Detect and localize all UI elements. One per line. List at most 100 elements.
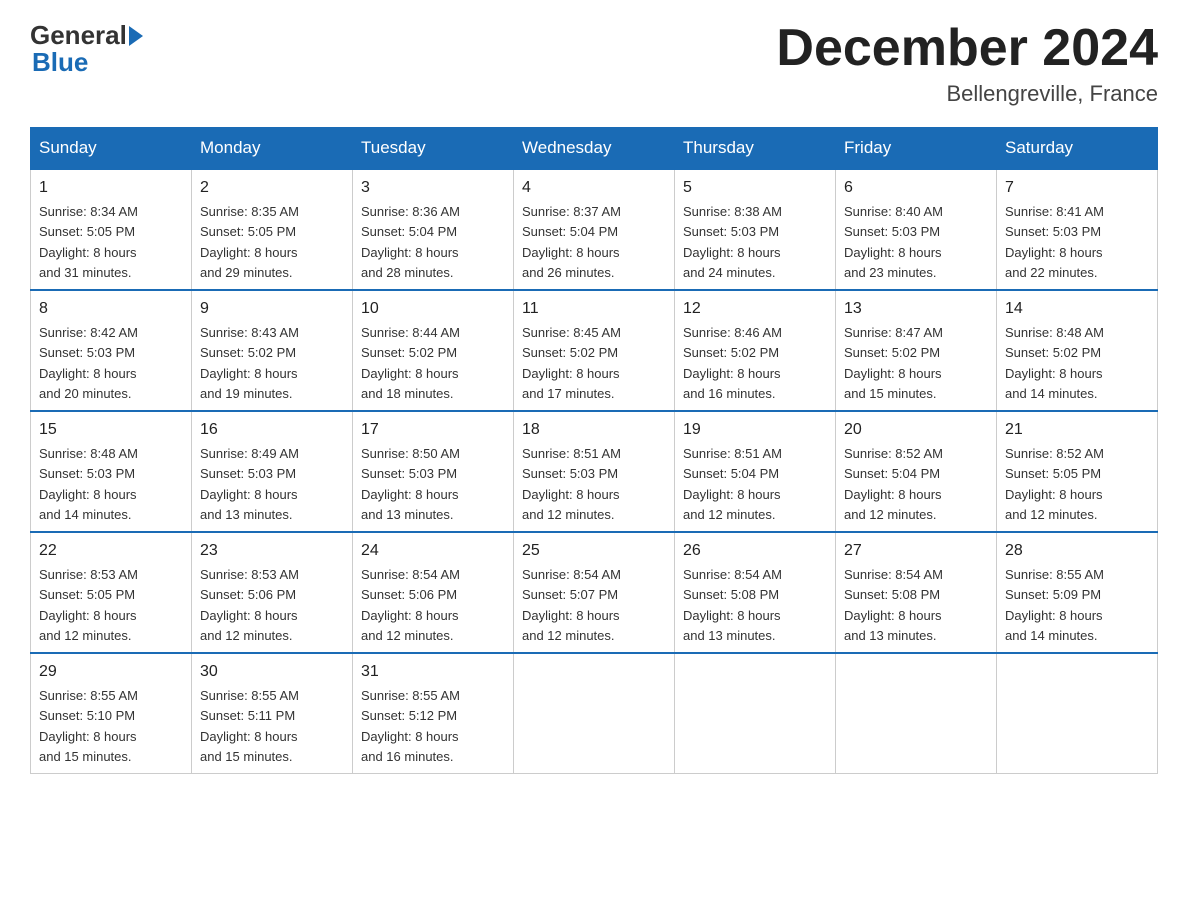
calendar-table: SundayMondayTuesdayWednesdayThursdayFrid…	[30, 127, 1158, 774]
day-number: 18	[522, 418, 666, 442]
calendar-cell: 28 Sunrise: 8:55 AMSunset: 5:09 PMDayligh…	[997, 532, 1158, 653]
day-number: 26	[683, 539, 827, 563]
day-info: Sunrise: 8:34 AMSunset: 5:05 PMDaylight:…	[39, 204, 138, 280]
day-number: 2	[200, 176, 344, 200]
calendar-cell: 15 Sunrise: 8:48 AMSunset: 5:03 PMDayligh…	[31, 411, 192, 532]
calendar-cell: 24Sunrise: 8:54 AMSunset: 5:06 PMDayligh…	[353, 532, 514, 653]
day-info: Sunrise: 8:52 AMSunset: 5:04 PMDaylight:…	[844, 446, 943, 522]
day-number: 3	[361, 176, 505, 200]
month-title: December 2024	[776, 20, 1158, 77]
calendar-cell	[997, 653, 1158, 774]
day-number: 6	[844, 176, 988, 200]
header-monday: Monday	[192, 128, 353, 170]
day-info: Sunrise: 8:36 AMSunset: 5:04 PMDaylight:…	[361, 204, 460, 280]
day-info: Sunrise: 8:54 AMSunset: 5:08 PMDaylight:…	[844, 567, 943, 643]
day-info: Sunrise: 8:55 AMSunset: 5:11 PMDaylight:…	[200, 688, 299, 764]
day-info: Sunrise: 8:40 AMSunset: 5:03 PMDaylight:…	[844, 204, 943, 280]
calendar-cell: 1 Sunrise: 8:34 AMSunset: 5:05 PMDaylight…	[31, 169, 192, 290]
day-number: 9	[200, 297, 344, 321]
logo: General Blue	[30, 20, 145, 78]
day-number: 25	[522, 539, 666, 563]
day-info: Sunrise: 8:52 AMSunset: 5:05 PMDaylight:…	[1005, 446, 1104, 522]
header-thursday: Thursday	[675, 128, 836, 170]
calendar-cell: 23 Sunrise: 8:53 AMSunset: 5:06 PMDayligh…	[192, 532, 353, 653]
day-number: 27	[844, 539, 988, 563]
day-number: 20	[844, 418, 988, 442]
week-row-1: 1 Sunrise: 8:34 AMSunset: 5:05 PMDaylight…	[31, 169, 1158, 290]
calendar-cell: 10Sunrise: 8:44 AMSunset: 5:02 PMDayligh…	[353, 290, 514, 411]
week-row-3: 15 Sunrise: 8:48 AMSunset: 5:03 PMDayligh…	[31, 411, 1158, 532]
day-info: Sunrise: 8:54 AMSunset: 5:06 PMDaylight:…	[361, 567, 460, 643]
calendar-cell	[675, 653, 836, 774]
header-wednesday: Wednesday	[514, 128, 675, 170]
calendar-cell: 5 Sunrise: 8:38 AMSunset: 5:03 PMDaylight…	[675, 169, 836, 290]
day-number: 28	[1005, 539, 1149, 563]
calendar-cell: 14 Sunrise: 8:48 AMSunset: 5:02 PMDayligh…	[997, 290, 1158, 411]
calendar-cell: 31 Sunrise: 8:55 AMSunset: 5:12 PMDayligh…	[353, 653, 514, 774]
day-info: Sunrise: 8:46 AMSunset: 5:02 PMDaylight:…	[683, 325, 782, 401]
header-tuesday: Tuesday	[353, 128, 514, 170]
week-row-5: 29 Sunrise: 8:55 AMSunset: 5:10 PMDayligh…	[31, 653, 1158, 774]
day-info: Sunrise: 8:48 AMSunset: 5:02 PMDaylight:…	[1005, 325, 1104, 401]
calendar-cell: 3 Sunrise: 8:36 AMSunset: 5:04 PMDaylight…	[353, 169, 514, 290]
day-info: Sunrise: 8:37 AMSunset: 5:04 PMDaylight:…	[522, 204, 621, 280]
week-row-4: 22 Sunrise: 8:53 AMSunset: 5:05 PMDayligh…	[31, 532, 1158, 653]
day-number: 4	[522, 176, 666, 200]
day-number: 7	[1005, 176, 1149, 200]
day-number: 14	[1005, 297, 1149, 321]
calendar-cell: 21 Sunrise: 8:52 AMSunset: 5:05 PMDayligh…	[997, 411, 1158, 532]
day-info: Sunrise: 8:35 AMSunset: 5:05 PMDaylight:…	[200, 204, 299, 280]
day-number: 15	[39, 418, 183, 442]
calendar-cell: 29 Sunrise: 8:55 AMSunset: 5:10 PMDayligh…	[31, 653, 192, 774]
day-info: Sunrise: 8:50 AMSunset: 5:03 PMDaylight:…	[361, 446, 460, 522]
day-info: Sunrise: 8:42 AMSunset: 5:03 PMDaylight:…	[39, 325, 138, 401]
day-info: Sunrise: 8:38 AMSunset: 5:03 PMDaylight:…	[683, 204, 782, 280]
calendar-cell	[836, 653, 997, 774]
calendar-cell: 16Sunrise: 8:49 AMSunset: 5:03 PMDayligh…	[192, 411, 353, 532]
day-info: Sunrise: 8:48 AMSunset: 5:03 PMDaylight:…	[39, 446, 138, 522]
title-section: December 2024 Bellengreville, France	[776, 20, 1158, 107]
day-number: 13	[844, 297, 988, 321]
calendar-body: 1 Sunrise: 8:34 AMSunset: 5:05 PMDaylight…	[31, 169, 1158, 774]
calendar-cell: 17 Sunrise: 8:50 AMSunset: 5:03 PMDayligh…	[353, 411, 514, 532]
calendar-cell: 8 Sunrise: 8:42 AMSunset: 5:03 PMDaylight…	[31, 290, 192, 411]
day-number: 1	[39, 176, 183, 200]
calendar-cell	[514, 653, 675, 774]
day-number: 31	[361, 660, 505, 684]
calendar-cell: 20 Sunrise: 8:52 AMSunset: 5:04 PMDayligh…	[836, 411, 997, 532]
location: Bellengreville, France	[776, 81, 1158, 107]
day-number: 8	[39, 297, 183, 321]
day-number: 16	[200, 418, 344, 442]
calendar-cell: 30Sunrise: 8:55 AMSunset: 5:11 PMDayligh…	[192, 653, 353, 774]
header-saturday: Saturday	[997, 128, 1158, 170]
calendar-cell: 11Sunrise: 8:45 AMSunset: 5:02 PMDayligh…	[514, 290, 675, 411]
calendar-cell: 19Sunrise: 8:51 AMSunset: 5:04 PMDayligh…	[675, 411, 836, 532]
day-info: Sunrise: 8:53 AMSunset: 5:05 PMDaylight:…	[39, 567, 138, 643]
day-info: Sunrise: 8:54 AMSunset: 5:08 PMDaylight:…	[683, 567, 782, 643]
header-friday: Friday	[836, 128, 997, 170]
day-number: 21	[1005, 418, 1149, 442]
day-number: 23	[200, 539, 344, 563]
day-info: Sunrise: 8:55 AMSunset: 5:09 PMDaylight:…	[1005, 567, 1104, 643]
calendar-cell: 2 Sunrise: 8:35 AMSunset: 5:05 PMDaylight…	[192, 169, 353, 290]
day-info: Sunrise: 8:53 AMSunset: 5:06 PMDaylight:…	[200, 567, 299, 643]
day-number: 17	[361, 418, 505, 442]
calendar-cell: 25Sunrise: 8:54 AMSunset: 5:07 PMDayligh…	[514, 532, 675, 653]
calendar-cell: 13Sunrise: 8:47 AMSunset: 5:02 PMDayligh…	[836, 290, 997, 411]
day-info: Sunrise: 8:43 AMSunset: 5:02 PMDaylight:…	[200, 325, 299, 401]
day-number: 22	[39, 539, 183, 563]
day-info: Sunrise: 8:51 AMSunset: 5:03 PMDaylight:…	[522, 446, 621, 522]
calendar-cell: 26 Sunrise: 8:54 AMSunset: 5:08 PMDayligh…	[675, 532, 836, 653]
day-number: 29	[39, 660, 183, 684]
header-row: SundayMondayTuesdayWednesdayThursdayFrid…	[31, 128, 1158, 170]
day-number: 5	[683, 176, 827, 200]
page-header: General Blue December 2024 Bellengrevill…	[30, 20, 1158, 107]
calendar-cell: 7Sunrise: 8:41 AMSunset: 5:03 PMDaylight…	[997, 169, 1158, 290]
day-info: Sunrise: 8:44 AMSunset: 5:02 PMDaylight:…	[361, 325, 460, 401]
day-number: 19	[683, 418, 827, 442]
day-info: Sunrise: 8:55 AMSunset: 5:12 PMDaylight:…	[361, 688, 460, 764]
day-info: Sunrise: 8:55 AMSunset: 5:10 PMDaylight:…	[39, 688, 138, 764]
calendar-cell: 12Sunrise: 8:46 AMSunset: 5:02 PMDayligh…	[675, 290, 836, 411]
week-row-2: 8 Sunrise: 8:42 AMSunset: 5:03 PMDaylight…	[31, 290, 1158, 411]
day-number: 11	[522, 297, 666, 321]
